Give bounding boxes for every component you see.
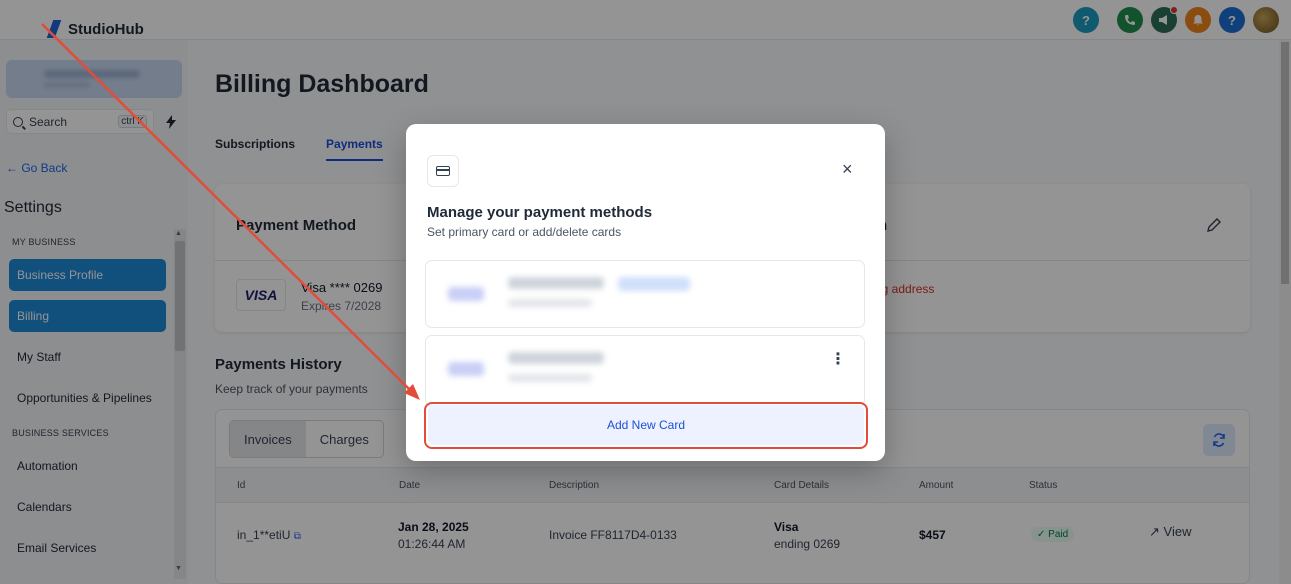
credit-card-icon: [427, 155, 459, 187]
card-expiry-blurred-2: [508, 374, 592, 382]
app-root: StudioHub ? ? Search ctrl K ← Go Back Se…: [0, 0, 1291, 584]
card-logo-blurred-2: [448, 362, 484, 376]
card-number-blurred-2: [508, 352, 604, 364]
card-logo-blurred: [448, 287, 484, 301]
card-number-blurred: [508, 277, 604, 289]
more-options-icon[interactable]: ⋮: [830, 349, 846, 369]
card-expiry-blurred: [508, 299, 592, 307]
saved-card-primary[interactable]: [425, 260, 865, 328]
highlight-box: [424, 402, 868, 449]
close-icon[interactable]: ×: [842, 160, 853, 178]
modal-subtitle: Set primary card or add/delete cards: [427, 225, 622, 239]
saved-card-secondary[interactable]: ⋮: [425, 335, 865, 407]
primary-badge-blurred: [618, 277, 690, 291]
modal-title: Manage your payment methods: [427, 204, 653, 221]
